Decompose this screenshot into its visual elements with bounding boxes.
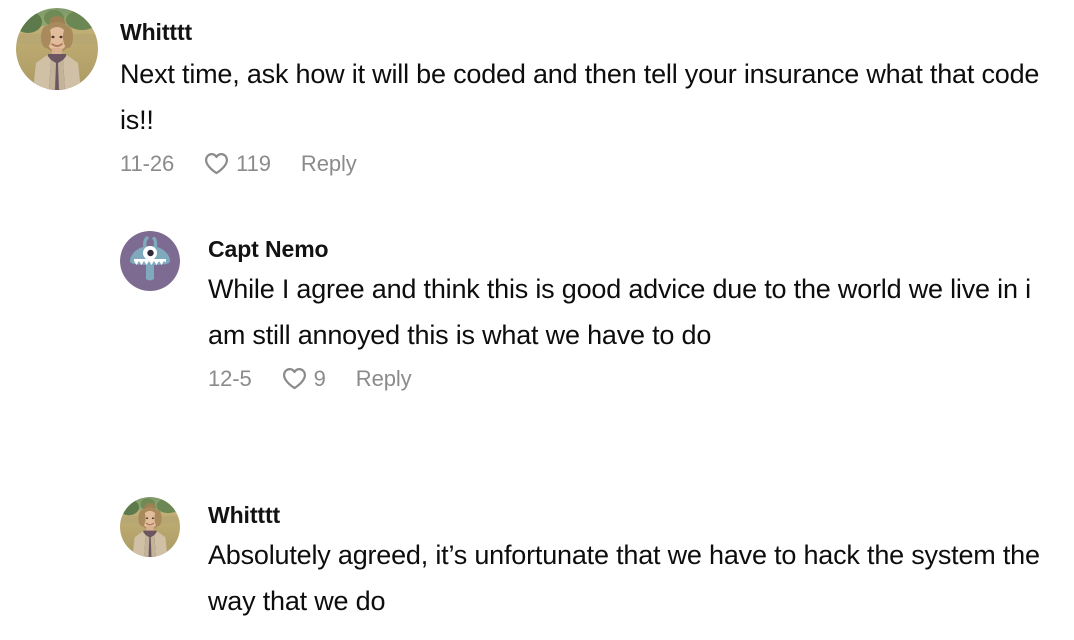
comment-username[interactable]: Whitttt: [120, 18, 1062, 47]
comment-username[interactable]: Capt Nemo: [208, 235, 1060, 264]
like-count: 119: [236, 150, 271, 176]
comment-content: Whitttt Absolutely agreed, it’s unfortun…: [208, 497, 1060, 625]
comment-thread: Whitttt Next time, ask how it will be co…: [0, 0, 1074, 640]
comment-item-reply-2: Whitttt Absolutely agreed, it’s unfortun…: [120, 497, 1060, 625]
comment-text: While I agree and think this is good adv…: [208, 273, 1039, 351]
comment-content: Capt Nemo While I agree and think this i…: [208, 231, 1060, 392]
comment-text: Absolutely agreed, it’s unfortunate that…: [208, 539, 1048, 617]
comment-text: Next time, ask how it will be coded and …: [120, 58, 1047, 136]
comment-content: Whitttt Next time, ask how it will be co…: [120, 8, 1062, 177]
avatar[interactable]: [120, 497, 180, 557]
heart-icon[interactable]: [204, 151, 229, 176]
comment-meta-row: 12-5 9 Reply: [208, 366, 1060, 392]
like-count: 9: [313, 365, 326, 391]
like-button[interactable]: 9: [282, 366, 326, 392]
comment-date: 12-5: [208, 365, 252, 391]
heart-icon[interactable]: [282, 366, 307, 391]
avatar[interactable]: [16, 8, 98, 90]
comment-item-reply-1: Capt Nemo While I agree and think this i…: [120, 231, 1060, 392]
comment-username[interactable]: Whitttt: [208, 501, 1060, 530]
comment-meta-row: 11-26 119 Reply: [120, 151, 1062, 177]
reply-button[interactable]: Reply: [301, 151, 357, 177]
reply-button[interactable]: Reply: [356, 366, 412, 392]
avatar[interactable]: [120, 231, 180, 291]
comment-item-root: Whitttt Next time, ask how it will be co…: [16, 8, 1062, 177]
comment-date: 11-26: [120, 150, 175, 176]
like-button[interactable]: 119: [204, 151, 271, 177]
